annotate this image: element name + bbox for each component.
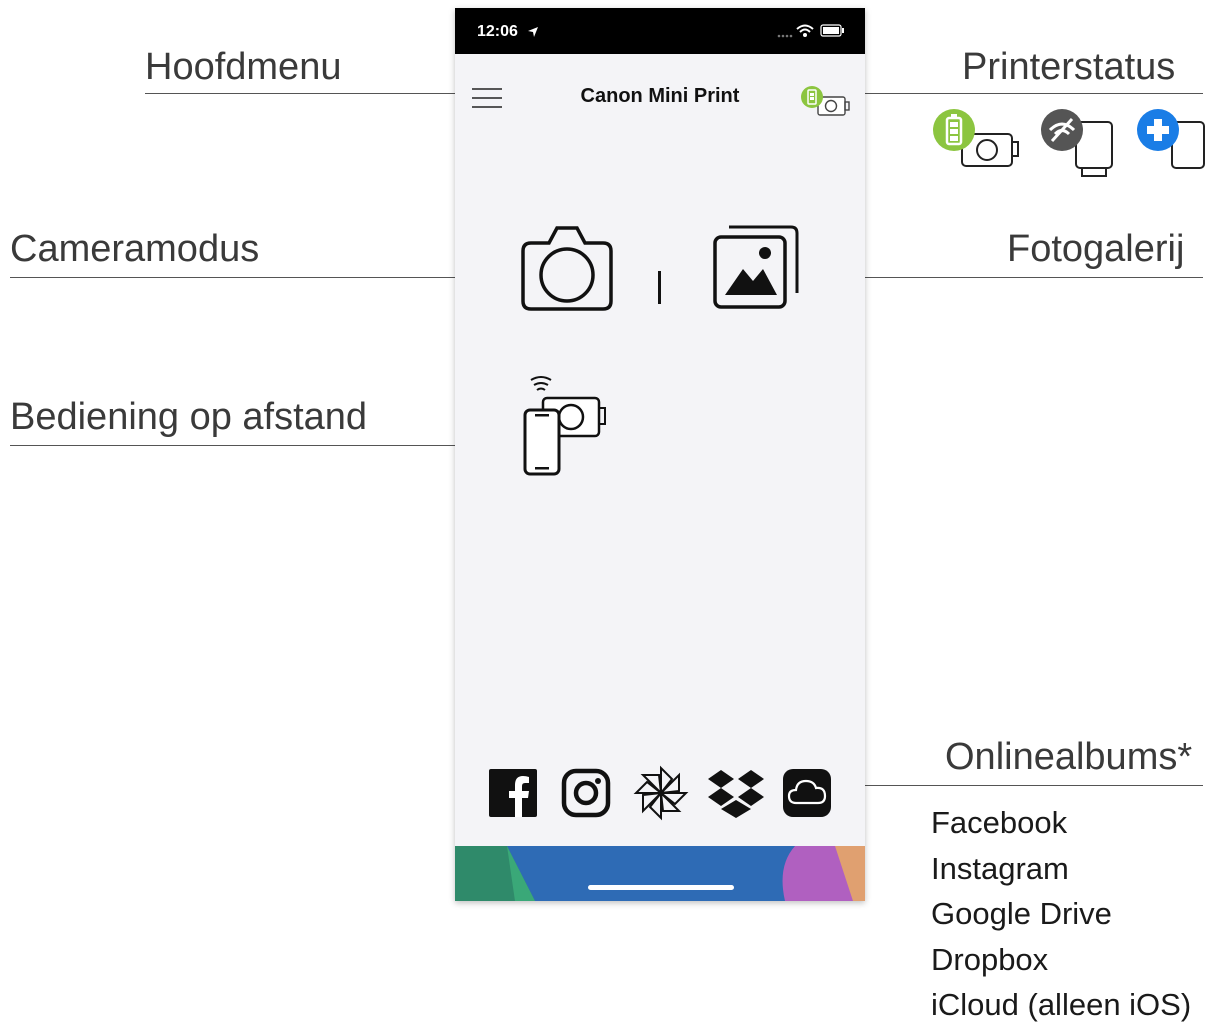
google-drive-icon	[633, 765, 689, 821]
camera-mode-button[interactable]	[519, 223, 615, 318]
printer-connect-status-icon	[1136, 108, 1207, 177]
callout-line-online-albums	[832, 785, 1203, 786]
status-time: 12:06	[477, 23, 518, 40]
online-album-google-drive: Google Drive	[931, 896, 1112, 931]
printer-status-button[interactable]	[800, 85, 852, 124]
callout-remote-control: Bediening op afstand	[10, 396, 368, 438]
facebook-button[interactable]	[488, 768, 538, 823]
battery-icon	[820, 24, 844, 37]
google-drive-button[interactable]	[632, 764, 690, 827]
bottom-background	[455, 846, 865, 901]
location-arrow-icon	[527, 25, 539, 43]
instagram-icon	[561, 768, 611, 818]
camera-icon	[521, 226, 613, 311]
printer-disconnected-status-icon	[1040, 108, 1120, 183]
printer-battery-status-icon	[932, 108, 1024, 175]
remote-camera-icon	[523, 376, 606, 476]
facebook-icon	[489, 769, 537, 817]
icloud-button[interactable]	[782, 768, 832, 823]
callout-line-remote-control	[10, 445, 514, 446]
phone-screen: 12:06 Canon Mini Print	[455, 8, 865, 901]
callout-line-printer-status	[853, 93, 1203, 94]
callout-line-camera-mode	[10, 277, 504, 278]
dropbox-icon	[708, 770, 764, 818]
status-right-icons	[777, 22, 847, 45]
instagram-button[interactable]	[561, 768, 611, 823]
wifi-icon	[796, 24, 814, 37]
online-album-facebook: Facebook	[931, 805, 1068, 840]
callout-line-main-menu	[145, 93, 463, 94]
icloud-icon	[783, 769, 831, 817]
online-album-dropbox: Dropbox	[931, 941, 1049, 977]
online-album-instagram: Instagram	[931, 850, 1069, 886]
album-sources-row	[488, 765, 838, 825]
online-albums-list: Facebook Instagram Google Drive Dropbox …	[931, 800, 1191, 1028]
callout-printer-status: Printerstatus	[962, 46, 1176, 88]
remote-control-button[interactable]	[519, 374, 619, 483]
photo-gallery-button[interactable]	[711, 223, 801, 318]
mode-divider	[658, 271, 661, 304]
callout-camera-mode: Cameramodus	[10, 228, 260, 270]
callout-main-menu: Hoofdmenu	[145, 46, 342, 88]
printer-battery-icon	[801, 86, 850, 116]
dropbox-button[interactable]	[706, 768, 766, 825]
home-indicator[interactable]	[588, 885, 734, 890]
signal-icon	[777, 34, 793, 38]
callout-photo-gallery: Fotogalerij	[1007, 228, 1185, 270]
status-bar: 12:06	[455, 8, 865, 54]
callout-online-albums: Onlinealbums*	[945, 736, 1193, 778]
photo-gallery-icon	[713, 225, 799, 309]
online-album-icloud: iCloud (alleen iOS)	[931, 987, 1192, 1022]
